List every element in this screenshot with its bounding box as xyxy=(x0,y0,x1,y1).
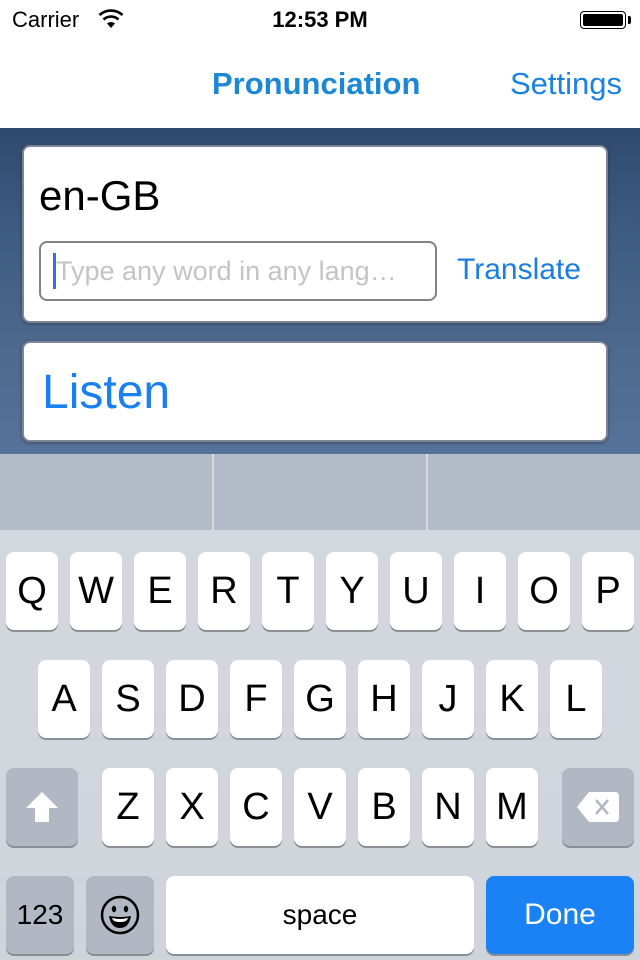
status-bar: Carrier 12:53 PM xyxy=(0,0,640,40)
key-z[interactable]: Z xyxy=(102,768,154,846)
key-k[interactable]: K xyxy=(486,660,538,738)
key-r[interactable]: R xyxy=(198,552,250,630)
delete-icon xyxy=(577,792,619,822)
translate-button[interactable]: Translate xyxy=(457,253,581,287)
key-f[interactable]: F xyxy=(230,660,282,738)
key-t[interactable]: T xyxy=(262,552,314,630)
key-q[interactable]: Q xyxy=(6,552,58,630)
key-o[interactable]: O xyxy=(518,552,570,630)
key-l[interactable]: L xyxy=(550,660,602,738)
key-d[interactable]: D xyxy=(166,660,218,738)
key-c[interactable]: C xyxy=(230,768,282,846)
key-e[interactable]: E xyxy=(134,552,186,630)
suggestion-slot-2[interactable] xyxy=(214,454,426,530)
settings-button[interactable]: Settings xyxy=(510,66,622,102)
keyboard: Q W E R T Y U I O P A S D F G H J K L Z … xyxy=(0,530,640,960)
key-j[interactable]: J xyxy=(422,660,474,738)
battery-tip xyxy=(628,16,631,24)
key-g[interactable]: G xyxy=(294,660,346,738)
key-u[interactable]: U xyxy=(390,552,442,630)
clock: 12:53 PM xyxy=(272,7,368,32)
suggestion-slot-1[interactable] xyxy=(0,454,212,530)
navigation-bar: Pronunciation Settings xyxy=(0,40,640,128)
listen-label: Listen xyxy=(42,366,171,419)
key-w[interactable]: W xyxy=(70,552,122,630)
key-y[interactable]: Y xyxy=(326,552,378,630)
key-x[interactable]: X xyxy=(166,768,218,846)
shift-key[interactable] xyxy=(6,768,78,846)
key-s[interactable]: S xyxy=(102,660,154,738)
delete-key[interactable] xyxy=(562,768,634,846)
word-input-placeholder: Type any word in any lang… xyxy=(56,256,397,286)
suggestion-slot-3[interactable] xyxy=(428,454,640,530)
page-title: Pronunciation xyxy=(212,66,421,101)
numbers-key[interactable]: 123 xyxy=(6,876,74,954)
key-i[interactable]: I xyxy=(454,552,506,630)
content-area: en-GB Type any word in any lang… Transla… xyxy=(0,128,640,454)
shift-icon xyxy=(26,792,58,822)
language-card: en-GB Type any word in any lang… Transla… xyxy=(22,145,608,323)
done-key[interactable]: Done xyxy=(486,876,634,954)
emoji-key[interactable] xyxy=(86,876,154,954)
key-h[interactable]: H xyxy=(358,660,410,738)
key-p[interactable]: P xyxy=(582,552,634,630)
key-v[interactable]: V xyxy=(294,768,346,846)
key-b[interactable]: B xyxy=(358,768,410,846)
language-code: en-GB xyxy=(39,172,161,219)
key-n[interactable]: N xyxy=(422,768,474,846)
space-key[interactable]: space xyxy=(166,876,474,954)
key-a[interactable]: A xyxy=(38,660,90,738)
battery-icon xyxy=(580,11,626,29)
key-m[interactable]: M xyxy=(486,768,538,846)
emoji-icon xyxy=(100,895,140,935)
word-input[interactable]: Type any word in any lang… xyxy=(39,241,437,301)
suggestion-bar xyxy=(0,454,640,530)
listen-button[interactable]: Listen xyxy=(22,341,608,442)
